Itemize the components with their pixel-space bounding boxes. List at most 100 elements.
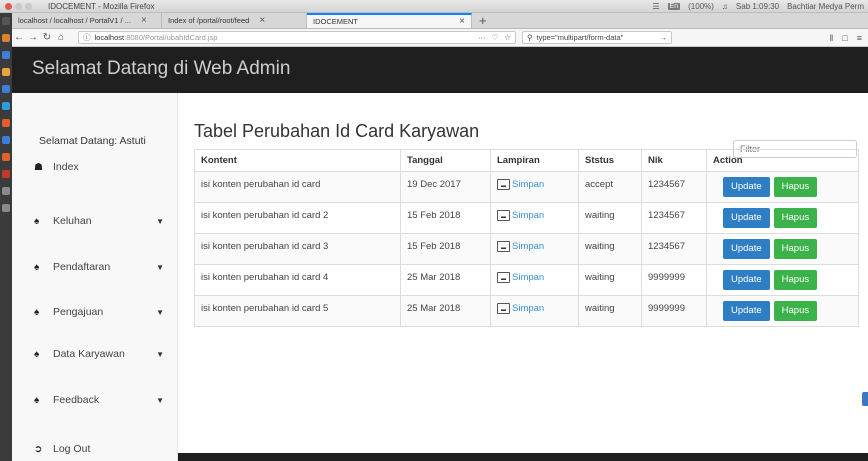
lampiran-link[interactable]: ▬ Simpan <box>497 241 572 252</box>
bookmark-star-icon[interactable]: ☆ <box>504 33 511 42</box>
nik-cell: 1234567 <box>641 202 707 234</box>
sidebar-item-feedback[interactable]: ♠ Feedback ▼ <box>34 394 164 406</box>
launcher-icon[interactable] <box>2 187 10 195</box>
lampiran-label: Simpan <box>512 272 545 283</box>
nik-cell: 1234567 <box>641 233 707 265</box>
lampiran-link[interactable]: ▬ Simpan <box>497 210 572 221</box>
lampiran-cell: ▬ Simpan <box>490 171 579 203</box>
launcher-icon[interactable] <box>2 204 10 212</box>
update-button[interactable]: Update <box>723 239 770 259</box>
table-row: isi konten perubahan id card 19 Dec 2017… <box>194 171 859 203</box>
launcher-icon[interactable] <box>2 153 10 161</box>
hapus-button[interactable]: Hapus <box>773 270 818 290</box>
lampiran-link[interactable]: ▬ Simpan <box>497 272 572 283</box>
launcher-icon[interactable] <box>2 68 10 76</box>
tab-label: IDOCEMENT <box>313 17 358 26</box>
search-input[interactable]: ⚲ type="multipart/form-data" → <box>522 31 672 44</box>
sidebar-item-log-out[interactable]: ➲ Log Out <box>34 443 164 455</box>
hapus-button[interactable]: Hapus <box>773 301 818 321</box>
update-button[interactable]: Update <box>723 177 770 197</box>
launcher-icon[interactable] <box>2 51 10 59</box>
user-name[interactable]: Bachtiar Medya Perm <box>787 2 864 11</box>
file-icon: ▬ <box>497 272 510 283</box>
language-indicator[interactable]: En <box>667 2 681 10</box>
new-tab-button[interactable]: + <box>472 13 494 28</box>
battery-status[interactable]: (100%) <box>688 2 714 11</box>
main-content: Tabel Perubahan Id Card Karyawan Kontent… <box>178 93 868 461</box>
clock[interactable]: Sab 1:09:30 <box>736 2 779 11</box>
launcher-icon[interactable] <box>2 170 10 178</box>
hapus-button[interactable]: Hapus <box>773 208 818 228</box>
update-button[interactable]: Update <box>723 301 770 321</box>
page-footer <box>178 453 868 461</box>
sidebar-item-index[interactable]: ☗ Index <box>34 161 164 173</box>
lampiran-link[interactable]: ▬ Simpan <box>497 303 572 314</box>
caret-down-icon: ▼ <box>156 307 164 317</box>
launcher-icon[interactable] <box>2 85 10 93</box>
close-tab-icon[interactable]: × <box>141 15 147 26</box>
sidebar-item-data-karyawan[interactable]: ♠ Data Karyawan ▼ <box>34 348 164 360</box>
sidebar-item-pengajuan[interactable]: ♠ Pengajuan ▼ <box>34 306 164 318</box>
minimize-window-button[interactable] <box>15 2 22 10</box>
hapus-button[interactable]: Hapus <box>773 239 818 259</box>
sidebar-item-pendaftaran[interactable]: ♠ Pendaftaran ▼ <box>34 261 164 273</box>
table-row: isi konten perubahan id card 3 15 Feb 20… <box>194 233 859 265</box>
forward-icon[interactable]: → <box>26 32 40 43</box>
sidebar-item-label: Log Out <box>53 443 91 455</box>
lampiran-cell: ▬ Simpan <box>490 233 579 265</box>
launcher-icon[interactable] <box>2 102 10 110</box>
update-button[interactable]: Update <box>723 208 770 228</box>
lampiran-label: Simpan <box>512 179 545 190</box>
sidebar-item-label: Index <box>53 161 79 173</box>
url-bar[interactable]: ⓘ localhost :8080/Portal/ubahIdCard.jsp … <box>78 31 516 44</box>
scroll-to-top-tab[interactable] <box>862 392 868 406</box>
volume-icon[interactable]: ♫ <box>722 2 728 11</box>
tab-idocement[interactable]: IDOCEMENT × <box>307 13 472 28</box>
kontent-cell: isi konten perubahan id card <box>194 171 401 203</box>
launcher-icon[interactable] <box>2 34 10 42</box>
users-icon: ♠ <box>34 215 40 227</box>
users-icon: ♠ <box>34 394 40 406</box>
url-path: :8080/Portal/ubahIdCard.jsp <box>124 33 218 42</box>
sidebar-item-label: Pendaftaran <box>53 261 111 273</box>
library-icon[interactable]: ‖ <box>830 33 834 43</box>
kontent-cell: isi konten perubahan id card 4 <box>194 264 401 296</box>
reload-icon[interactable]: ↻ <box>40 32 54 43</box>
search-go-icon[interactable]: → <box>660 33 668 42</box>
more-actions-icon[interactable]: ⋯ <box>478 33 486 42</box>
close-window-button[interactable] <box>5 2 12 10</box>
tab-index-feed[interactable]: Index of /portal/root/feed × <box>162 13 307 28</box>
status-cell: waiting <box>578 295 642 327</box>
lampiran-link[interactable]: ▬ Simpan <box>497 179 572 190</box>
users-icon: ♠ <box>34 261 40 273</box>
pocket-icon[interactable]: ♡ <box>492 33 499 42</box>
home-icon[interactable]: ⌂ <box>54 32 68 43</box>
update-button[interactable]: Update <box>723 270 770 290</box>
info-icon[interactable]: ⓘ <box>83 32 91 43</box>
hapus-button[interactable]: Hapus <box>773 177 818 197</box>
launcher-icon[interactable] <box>2 17 10 25</box>
back-icon[interactable]: ← <box>12 32 26 43</box>
sidebar-toggle-icon[interactable]: □ <box>842 33 847 43</box>
app-launcher <box>0 13 12 461</box>
launcher-icon[interactable] <box>2 136 10 144</box>
column-header: Nik <box>641 149 707 172</box>
lampiran-label: Simpan <box>512 241 545 252</box>
status-cell: waiting <box>578 264 642 296</box>
launcher-icon[interactable] <box>2 119 10 127</box>
lampiran-label: Simpan <box>512 210 545 221</box>
wifi-icon[interactable]: ☰ <box>652 2 659 11</box>
tanggal-cell: 15 Feb 2018 <box>400 202 491 234</box>
tab-phpmyadmin[interactable]: localhost / localhost / PortalV1 / ... × <box>12 13 162 28</box>
tanggal-cell: 19 Dec 2017 <box>400 171 491 203</box>
os-top-bar: IDOCEMENT - Mozilla Firefox ☰ En (100%) … <box>0 0 868 13</box>
column-header: Ststus <box>578 149 642 172</box>
id-card-table: Kontent Tanggal Lampiran Ststus Nik Acti… <box>194 149 859 327</box>
maximize-window-button[interactable] <box>25 2 32 10</box>
sidebar-item-keluhan[interactable]: ♠ Keluhan ▼ <box>34 215 164 227</box>
menu-icon[interactable]: ≡ <box>857 33 862 43</box>
caret-down-icon: ▼ <box>156 349 164 359</box>
nik-cell: 1234567 <box>641 171 707 203</box>
close-tab-icon[interactable]: × <box>259 15 265 26</box>
close-tab-icon[interactable]: × <box>459 16 465 27</box>
